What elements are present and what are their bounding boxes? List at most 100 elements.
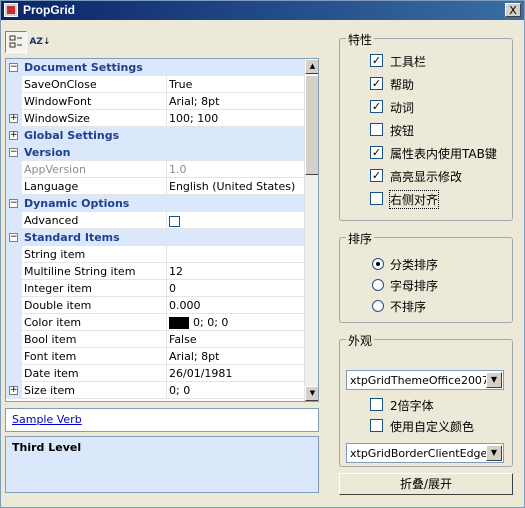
property-value[interactable]: 0; 0 bbox=[169, 384, 303, 397]
column-divider[interactable] bbox=[166, 178, 167, 195]
border-select[interactable]: xtpGridBorderClientEdge ▼ bbox=[346, 443, 504, 463]
column-divider[interactable] bbox=[166, 110, 167, 127]
column-divider[interactable] bbox=[166, 280, 167, 297]
custom-color-label: 使用自定义颜色 bbox=[390, 420, 475, 434]
category-row[interactable]: − Version bbox=[6, 144, 304, 161]
column-divider[interactable] bbox=[166, 161, 167, 178]
property-row[interactable]: + WindowSize 100; 100 bbox=[6, 110, 304, 127]
property-name: SaveOnClose bbox=[24, 78, 97, 91]
column-divider[interactable] bbox=[166, 297, 167, 314]
custom-color-box[interactable] bbox=[370, 419, 383, 432]
property-row[interactable]: AppVersion 1.0 bbox=[6, 161, 304, 178]
property-value[interactable]: Arial; 8pt bbox=[169, 95, 303, 108]
row-gutter bbox=[6, 314, 22, 331]
property-name: WindowFont bbox=[24, 95, 92, 108]
property-value[interactable] bbox=[169, 214, 303, 227]
property-value-text: Arial; 8pt bbox=[169, 350, 220, 363]
expand-icon[interactable]: + bbox=[9, 386, 18, 395]
property-value[interactable]: 0.000 bbox=[169, 299, 303, 312]
checkbox-box[interactable] bbox=[370, 123, 383, 136]
property-name: Integer item bbox=[24, 282, 92, 295]
property-row[interactable]: Advanced bbox=[6, 212, 304, 229]
expand-icon[interactable]: + bbox=[9, 114, 18, 123]
close-button[interactable]: X bbox=[505, 3, 521, 17]
row-gutter bbox=[6, 297, 22, 314]
property-value[interactable]: True bbox=[169, 78, 303, 91]
category-row[interactable]: − Dynamic Options bbox=[6, 195, 304, 212]
scroll-thumb[interactable] bbox=[305, 75, 318, 175]
property-row[interactable]: Double item 0.000 bbox=[6, 297, 304, 314]
title-bar[interactable]: PropGrid X bbox=[1, 1, 524, 20]
property-value[interactable]: 0 bbox=[169, 282, 303, 295]
column-divider[interactable] bbox=[166, 246, 167, 263]
checkmark-icon[interactable]: ✓ bbox=[370, 100, 383, 113]
property-row[interactable]: Color item 0; 0; 0 bbox=[6, 314, 304, 331]
property-row[interactable]: String item bbox=[6, 246, 304, 263]
property-row[interactable]: Font item Arial; 8pt bbox=[6, 348, 304, 365]
checkbox-box[interactable] bbox=[370, 192, 383, 205]
property-value[interactable]: 1.0 bbox=[169, 163, 303, 176]
property-value[interactable]: False bbox=[169, 333, 303, 346]
sort-az-icon: AZ bbox=[29, 37, 43, 47]
property-grid[interactable]: − Document Settings SaveOnClose True WindowF… bbox=[5, 58, 319, 402]
checkmark-icon[interactable]: ✓ bbox=[370, 146, 383, 159]
column-divider[interactable] bbox=[166, 212, 167, 229]
column-divider[interactable] bbox=[166, 93, 167, 110]
property-value[interactable]: 100; 100 bbox=[169, 112, 303, 125]
expand-icon[interactable]: + bbox=[9, 131, 18, 140]
collapse-icon[interactable]: − bbox=[9, 148, 18, 157]
category-row[interactable]: − Standard Items bbox=[6, 229, 304, 246]
property-value[interactable]: 0; 0; 0 bbox=[169, 316, 303, 329]
categorized-button[interactable] bbox=[5, 31, 27, 53]
features-group: 特性 ✓ 工具栏 ✓ 帮助 ✓ 动词 按钮 ✓ 属性表内使用TAB键 ✓ 高亮显示修改 右侧对齐 bbox=[339, 31, 513, 221]
property-row[interactable]: Multiline String item 12 bbox=[6, 263, 304, 280]
scroll-down-icon[interactable]: ▼ bbox=[305, 386, 318, 401]
checkmark-icon[interactable]: ✓ bbox=[370, 77, 383, 90]
property-value[interactable]: 12 bbox=[169, 265, 303, 278]
collapse-icon[interactable]: − bbox=[9, 233, 18, 242]
collapse-icon[interactable]: − bbox=[9, 199, 18, 208]
column-divider[interactable] bbox=[166, 76, 167, 93]
checkmark-icon[interactable]: ✓ bbox=[370, 54, 383, 67]
alphabetical-button[interactable]: AZ↓ bbox=[29, 31, 51, 53]
column-divider[interactable] bbox=[166, 382, 167, 399]
category-row[interactable]: + Global Settings bbox=[6, 127, 304, 144]
property-value[interactable]: 26/01/1981 bbox=[169, 367, 303, 380]
column-divider[interactable] bbox=[166, 348, 167, 365]
sample-verb-link[interactable]: Sample Verb bbox=[12, 413, 82, 426]
radio-button-icon[interactable] bbox=[372, 258, 384, 270]
property-row[interactable]: Language English (United States) bbox=[6, 178, 304, 195]
category-row[interactable]: − Document Settings bbox=[6, 59, 304, 76]
checkmark-icon[interactable]: ✓ bbox=[370, 169, 383, 182]
property-name: Font item bbox=[24, 350, 77, 363]
scroll-up-icon[interactable]: ▲ bbox=[305, 59, 318, 74]
property-row[interactable]: + Size item 0; 0 bbox=[6, 382, 304, 399]
theme-select[interactable]: xtpGridThemeOffice2007 ▼ bbox=[346, 370, 504, 390]
radio-button-icon[interactable] bbox=[372, 279, 384, 291]
column-divider[interactable] bbox=[166, 314, 167, 331]
column-divider[interactable] bbox=[166, 365, 167, 382]
property-row[interactable]: Bool item False bbox=[6, 331, 304, 348]
collapse-icon[interactable]: − bbox=[9, 63, 18, 72]
property-value[interactable]: English (United States) bbox=[169, 180, 303, 193]
appearance-title: 外观 bbox=[346, 332, 375, 349]
double-font-box[interactable] bbox=[370, 398, 383, 411]
property-row[interactable]: SaveOnClose True bbox=[6, 76, 304, 93]
property-value-text: 0; 0; 0 bbox=[193, 316, 229, 329]
sort-label: 分类排序 bbox=[390, 258, 439, 272]
row-gutter bbox=[6, 178, 22, 195]
property-value-text: Arial; 8pt bbox=[169, 95, 220, 108]
radio-button-icon[interactable] bbox=[372, 300, 384, 312]
column-divider[interactable] bbox=[166, 331, 167, 348]
property-row[interactable]: Integer item 0 bbox=[6, 280, 304, 297]
grid-scrollbar[interactable]: ▲ ▼ bbox=[304, 59, 318, 401]
feature-label: 工具栏 bbox=[390, 55, 427, 69]
chevron-down-icon[interactable]: ▼ bbox=[486, 445, 502, 461]
chevron-down-icon[interactable]: ▼ bbox=[486, 372, 502, 388]
advanced-checkbox[interactable] bbox=[169, 215, 180, 227]
column-divider[interactable] bbox=[166, 263, 167, 280]
collapse-expand-button[interactable]: 折叠/展开 bbox=[339, 473, 513, 495]
property-value[interactable]: Arial; 8pt bbox=[169, 350, 303, 363]
property-row[interactable]: Date item 26/01/1981 bbox=[6, 365, 304, 382]
property-row[interactable]: WindowFont Arial; 8pt bbox=[6, 93, 304, 110]
